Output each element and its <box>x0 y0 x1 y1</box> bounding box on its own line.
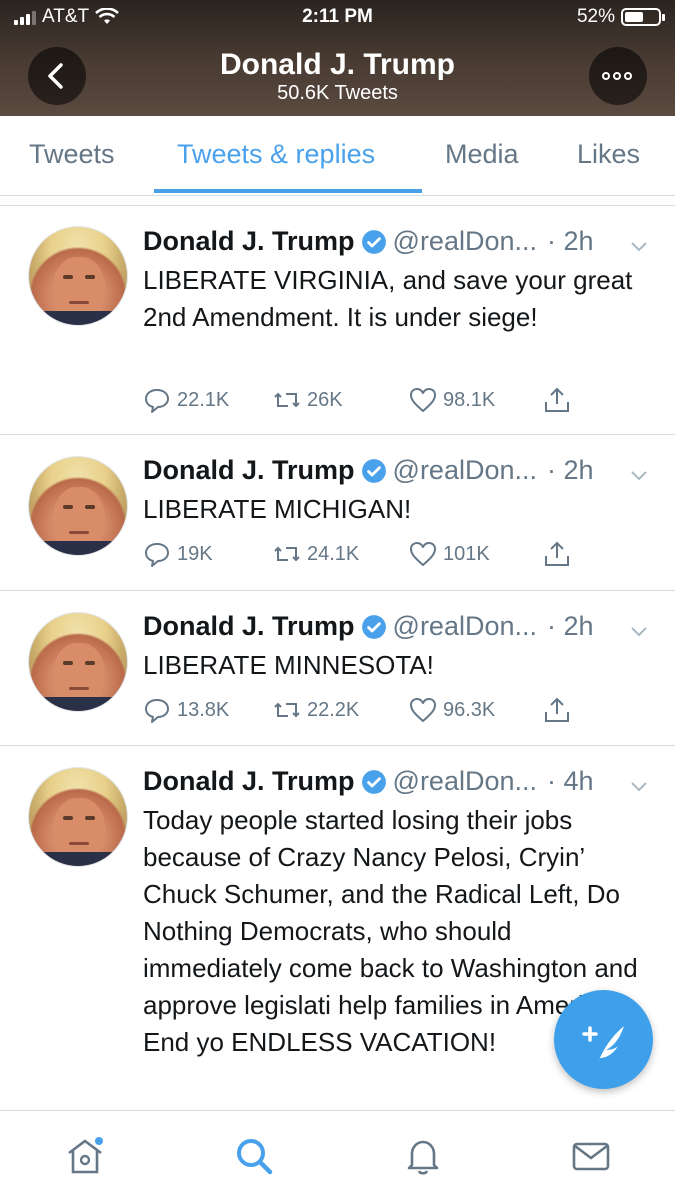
retweet-count: 26K <box>307 388 343 411</box>
reply-button[interactable]: 19K <box>143 540 213 568</box>
author-handle: @realDon... <box>392 455 537 485</box>
bell-icon[interactable] <box>402 1135 444 1177</box>
tweet-header: Donald J. Trump @realDon... · 2h <box>143 455 594 486</box>
avatar[interactable] <box>28 767 128 867</box>
profile-header: AT&T 2:11 PM 52% Donald J. Trump 50.6K T… <box>0 0 675 116</box>
retweet-button[interactable]: 26K <box>273 386 343 414</box>
like-button[interactable]: 98.1K <box>409 386 495 414</box>
like-button[interactable]: 96.3K <box>409 696 495 724</box>
tweet-text: LIBERATE MINNESOTA! <box>143 650 434 680</box>
reply-icon <box>145 543 169 567</box>
compose-button[interactable] <box>554 990 653 1089</box>
tweet-actions: 13.8K 22.2K 96.3K <box>143 696 583 730</box>
like-count: 98.1K <box>443 388 496 411</box>
tweet-header: Donald J. Trump @realDon... · 4h <box>143 766 594 797</box>
retweet-count: 24.1K <box>307 542 360 565</box>
reply-icon <box>145 389 169 413</box>
tweet-count: 50.6K Tweets <box>277 82 398 104</box>
tab-media[interactable]: Media <box>445 139 519 170</box>
reply-button[interactable]: 13.8K <box>143 696 229 724</box>
tweet-time: · 2h <box>547 455 594 485</box>
tweet[interactable]: Donald J. Trump @realDon... · 2h LIBERAT… <box>0 435 675 590</box>
share-icon <box>545 387 569 412</box>
search-icon[interactable] <box>233 1135 275 1177</box>
tweet-header: Donald J. Trump @realDon... · 2h <box>143 226 594 257</box>
tweet-time: · 2h <box>547 226 594 256</box>
more-button[interactable] <box>589 47 647 105</box>
tweet-time: · 2h <box>547 611 594 641</box>
mail-icon[interactable] <box>570 1135 612 1177</box>
avatar[interactable] <box>28 226 128 326</box>
reply-count: 22.1K <box>177 388 230 411</box>
verified-badge-icon <box>361 229 386 254</box>
author-name[interactable]: Donald J. Trump <box>143 766 355 797</box>
verified-badge-icon <box>361 458 386 483</box>
retweet-icon <box>274 546 300 562</box>
chevron-down-icon[interactable] <box>629 465 649 485</box>
tweet-text: LIBERATE VIRGINIA, and save your great 2… <box>143 265 633 332</box>
share-button[interactable] <box>543 696 571 724</box>
tweet[interactable]: Donald J. Trump @realDon... · 2h LIBERAT… <box>0 591 675 746</box>
tweet-header: Donald J. Trump @realDon... · 2h <box>143 611 594 642</box>
author-name[interactable]: Donald J. Trump <box>143 455 355 486</box>
profile-name: Donald J. Trump <box>219 48 456 81</box>
compose-icon <box>582 1026 624 1062</box>
like-button[interactable]: 101K <box>409 540 490 568</box>
bottom-nav <box>0 1110 675 1200</box>
chevron-down-icon[interactable] <box>629 236 649 256</box>
share-button[interactable] <box>543 386 571 414</box>
heart-icon <box>410 388 436 412</box>
reply-count: 19K <box>177 542 213 565</box>
share-icon <box>545 541 569 566</box>
reply-button[interactable]: 22.1K <box>143 386 229 414</box>
author-name[interactable]: Donald J. Trump <box>143 226 355 257</box>
avatar[interactable] <box>28 456 128 556</box>
retweet-icon <box>274 702 300 718</box>
status-bar: AT&T 2:11 PM 52% <box>0 6 675 34</box>
retweet-button[interactable]: 24.1K <box>273 540 359 568</box>
share-button[interactable] <box>543 540 571 568</box>
chevron-down-icon[interactable] <box>629 621 649 641</box>
chevron-down-icon[interactable] <box>629 776 649 796</box>
verified-badge-icon <box>361 769 386 794</box>
retweet-icon <box>274 392 300 408</box>
profile-tabs: Tweets Tweets & replies Media Likes <box>0 116 675 196</box>
tab-tweets-replies[interactable]: Tweets & replies <box>177 139 375 170</box>
like-count: 101K <box>443 542 490 565</box>
battery-icon <box>621 8 665 26</box>
tweet[interactable]: Donald J. Trump @realDon... · 2h LIBERAT… <box>0 206 675 435</box>
active-tab-indicator <box>154 189 422 193</box>
like-count: 96.3K <box>443 698 496 721</box>
tweet-time: · 4h <box>547 766 594 796</box>
home-icon[interactable] <box>64 1135 106 1177</box>
battery-percent: 52% <box>576 6 615 27</box>
share-icon <box>545 697 569 722</box>
heart-icon <box>410 542 436 566</box>
reply-count: 13.8K <box>177 698 230 721</box>
tab-likes[interactable]: Likes <box>577 139 640 170</box>
retweet-button[interactable]: 22.2K <box>273 696 359 724</box>
tweet-text: LIBERATE MICHIGAN! <box>143 494 412 524</box>
heart-icon <box>410 698 436 722</box>
status-time: 2:11 PM <box>302 6 373 27</box>
author-name[interactable]: Donald J. Trump <box>143 611 355 642</box>
avatar[interactable] <box>28 612 128 712</box>
tab-tweets[interactable]: Tweets <box>29 139 115 170</box>
author-handle: @realDon... <box>392 226 537 256</box>
tweet-actions: 19K 24.1K 101K <box>143 540 583 574</box>
author-handle: @realDon... <box>392 611 537 641</box>
reply-icon <box>145 699 169 723</box>
author-handle: @realDon... <box>392 766 537 796</box>
retweet-count: 22.2K <box>307 698 360 721</box>
tweet-actions: 22.1K 26K 98.1K <box>143 386 583 420</box>
more-icon <box>602 72 632 80</box>
verified-badge-icon <box>361 614 386 639</box>
